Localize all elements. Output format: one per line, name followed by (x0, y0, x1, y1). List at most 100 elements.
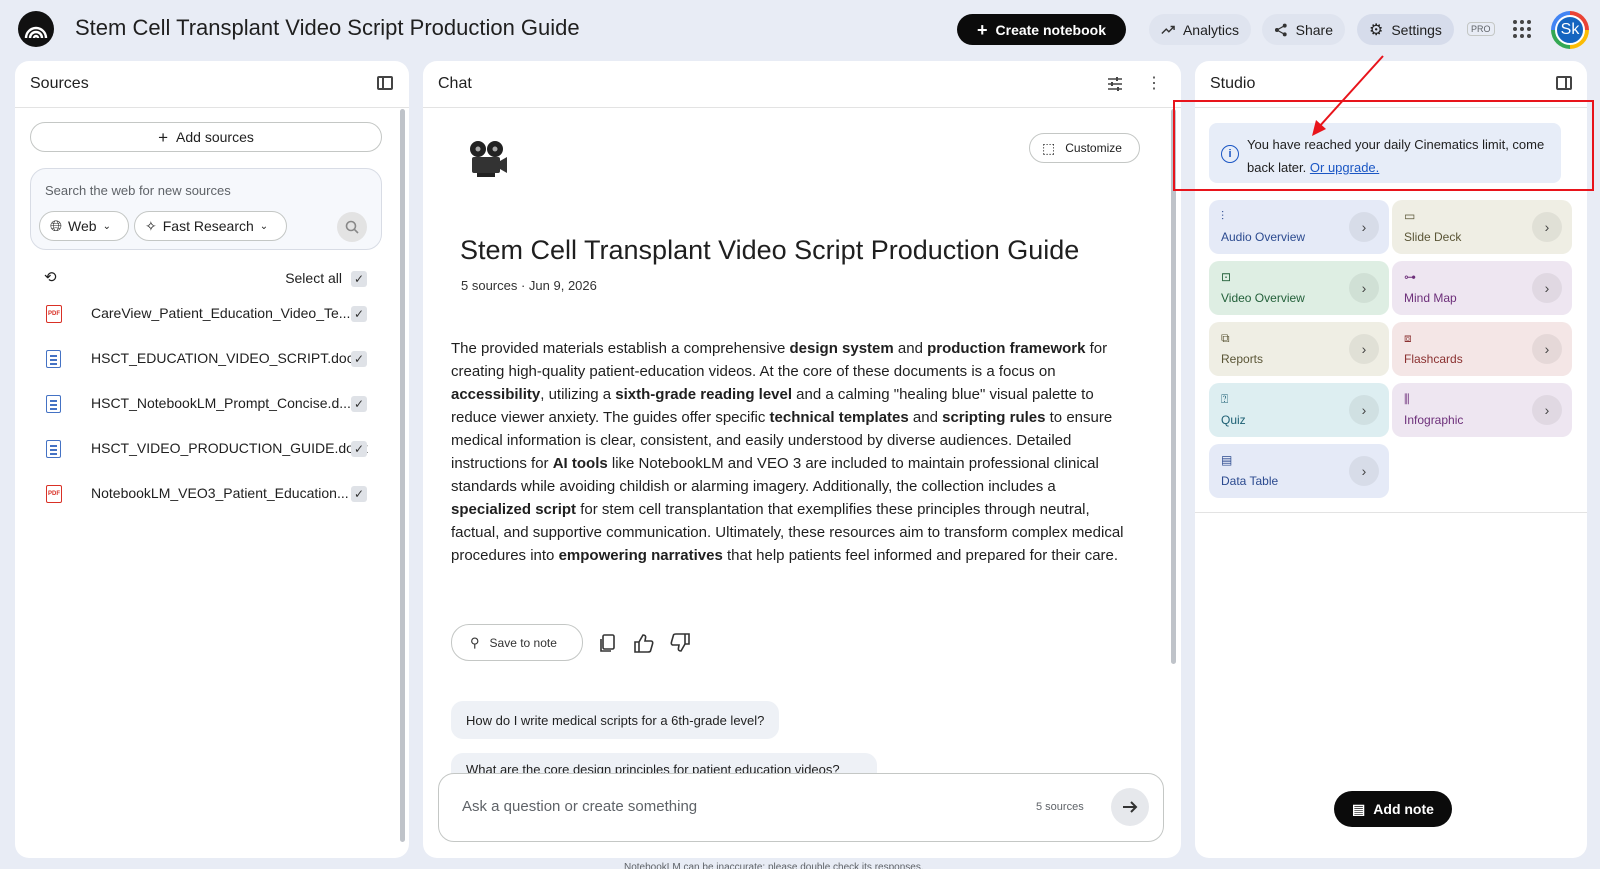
studio-tile-label: Flashcards (1404, 352, 1463, 366)
pro-badge: PRO (1467, 22, 1495, 36)
arrow-right-icon (1123, 801, 1138, 813)
chevron-right-icon[interactable]: › (1349, 456, 1379, 486)
avatar[interactable]: Sk (1551, 11, 1589, 49)
source-checkbox[interactable]: ✓ (351, 396, 367, 412)
chat-panel: Chat ⋮ ⬚ Customize Stem Cell Transplant … (423, 61, 1181, 858)
add-sources-button[interactable]: + Add sources (30, 122, 382, 152)
notebook-title[interactable]: Stem Cell Transplant Video Script Produc… (75, 15, 580, 41)
source-item[interactable]: PDF NotebookLM_VEO3_Patient_Education...… (30, 479, 382, 509)
source-checkbox[interactable]: ✓ (351, 351, 367, 367)
summary-emphasis: design system (789, 340, 894, 357)
source-checkbox[interactable]: ✓ (351, 486, 367, 502)
notebook-heading: Stem Cell Transplant Video Script Produc… (460, 235, 1080, 265)
chevron-right-icon[interactable]: › (1532, 395, 1562, 425)
chevron-right-icon[interactable]: › (1532, 273, 1562, 303)
pin-icon: ⚲ (470, 634, 480, 650)
summary-text: that help patients feel informed and pre… (722, 547, 1119, 564)
suggested-question[interactable]: What are the core design principles for … (451, 753, 877, 775)
studio-tile-infographic[interactable]: ⫼ Infographic › (1392, 383, 1572, 437)
thumbs-up-icon[interactable] (633, 632, 655, 654)
source-checkbox[interactable]: ✓ (351, 441, 367, 457)
chevron-right-icon[interactable]: › (1532, 334, 1562, 364)
chat-composer: Ask a question or create something 5 sou… (438, 773, 1164, 842)
select-all-row: ⟲ Select all ✓ (30, 266, 382, 292)
more-vert-icon[interactable]: ⋮ (1146, 73, 1162, 93)
thumbs-down-icon[interactable] (669, 632, 691, 654)
source-item[interactable]: HSCT_VIDEO_PRODUCTION_GUIDE.docx ✓ (30, 434, 382, 464)
chat-scrollbar[interactable] (1171, 109, 1176, 664)
studio-tile-data-table[interactable]: ▤ Data Table › (1209, 444, 1389, 498)
studio-title: Studio (1210, 75, 1256, 92)
collapse-panel-icon[interactable] (1556, 76, 1572, 90)
summary-text: The provided materials establish a compr… (451, 340, 790, 357)
studio-tile-mind-map[interactable]: ⊶ Mind Map › (1392, 261, 1572, 315)
mind-map-icon: ⊶ (1404, 270, 1416, 284)
sources-title: Sources (30, 75, 89, 92)
customize-icon: ⬚ (1042, 139, 1056, 156)
tune-icon[interactable] (1107, 76, 1123, 92)
settings-button[interactable]: ⚙ Settings (1357, 14, 1454, 45)
customize-button[interactable]: ⬚ Customize (1029, 133, 1140, 163)
top-bar: Stem Cell Transplant Video Script Produc… (0, 0, 1600, 58)
suggested-question[interactable]: How do I write medical scripts for a 6th… (451, 701, 780, 739)
chat-input[interactable]: Ask a question or create something (462, 798, 697, 815)
search-input[interactable]: Search the web for new sources (45, 183, 231, 198)
summary-emphasis: scripting rules (942, 409, 1046, 426)
web-source-dropdown[interactable]: 🌐︎ Web ⌄ (39, 211, 129, 241)
gear-icon: ⚙ (1369, 21, 1384, 39)
select-all-label: Select all (285, 270, 342, 286)
collapse-panel-icon[interactable] (377, 76, 393, 90)
add-note-label: Add note (1373, 801, 1434, 817)
source-name: HSCT_NotebookLM_Prompt_Concise.d... (91, 395, 351, 411)
source-checkbox[interactable]: ✓ (351, 306, 367, 322)
video-icon: ⊡ (1221, 270, 1232, 284)
chevron-right-icon[interactable]: › (1532, 212, 1562, 242)
document-icon (46, 440, 61, 458)
chevron-right-icon[interactable]: › (1349, 395, 1379, 425)
source-item[interactable]: HSCT_NotebookLM_Prompt_Concise.d... ✓ (30, 389, 382, 419)
web-search-box: Search the web for new sources 🌐︎ Web ⌄ … (30, 168, 382, 250)
studio-tile-label: Audio Overview (1221, 230, 1306, 244)
source-name: HSCT_EDUCATION_VIDEO_SCRIPT.docx (91, 350, 361, 366)
apps-grid-icon[interactable] (1513, 20, 1531, 38)
refresh-icon[interactable]: ⟲ (44, 268, 57, 286)
create-notebook-button[interactable]: + Create notebook (957, 14, 1126, 45)
save-note-label: Save to note (489, 635, 557, 650)
share-button[interactable]: Share (1262, 14, 1345, 45)
select-all-checkbox[interactable]: ✓ (351, 271, 367, 287)
settings-label: Settings (1391, 21, 1442, 38)
send-button[interactable] (1111, 788, 1149, 826)
document-icon (46, 395, 61, 413)
source-item[interactable]: HSCT_EDUCATION_VIDEO_SCRIPT.docx ✓ (30, 344, 382, 374)
studio-tile-flashcards[interactable]: ⧈ Flashcards › (1392, 322, 1572, 376)
data-table-icon: ▤ (1221, 453, 1233, 467)
infographic-icon: ⫼ (1404, 392, 1410, 406)
plus-icon: + (158, 127, 169, 147)
studio-tile-label: Data Table (1221, 474, 1279, 488)
chevron-right-icon[interactable]: › (1349, 273, 1379, 303)
sources-scrollbar[interactable] (400, 109, 405, 842)
add-sources-label: Add sources (176, 129, 254, 145)
save-to-note-button[interactable]: ⚲ Save to note (451, 624, 583, 661)
studio-tile-slide-deck[interactable]: ▭ Slide Deck › (1392, 200, 1572, 254)
studio-tile-reports[interactable]: ⧉ Reports › (1209, 322, 1389, 376)
analytics-button[interactable]: Analytics (1149, 14, 1251, 45)
chevron-right-icon[interactable]: › (1349, 212, 1379, 242)
disclaimer: NotebookLM can be inaccurate; please dou… (624, 862, 924, 869)
chevron-down-icon: ⌄ (259, 220, 269, 232)
studio-tile-video-overview[interactable]: ⊡ Video Overview › (1209, 261, 1389, 315)
avatar-initials: Sk (1555, 15, 1585, 45)
copy-icon[interactable] (597, 632, 619, 654)
chevron-right-icon[interactable]: › (1349, 334, 1379, 364)
studio-tile-label: Quiz (1221, 413, 1246, 427)
studio-tile-quiz[interactable]: ⍰ Quiz › (1209, 383, 1389, 437)
share-label: Share (1295, 21, 1333, 38)
search-submit-button[interactable] (337, 212, 367, 242)
source-item[interactable]: PDF CareView_Patient_Education_Video_Te.… (30, 299, 382, 329)
notebooklm-logo-icon[interactable] (18, 11, 54, 47)
studio-tile-audio-overview[interactable]: ⫶ Audio Overview › (1209, 200, 1389, 254)
add-note-button[interactable]: ▤ Add note (1334, 791, 1452, 827)
research-mode-dropdown[interactable]: ✧ Fast Research ⌄ (134, 211, 287, 241)
sparkle-search-icon: ✧ (145, 217, 157, 234)
trending-up-icon (1161, 25, 1175, 34)
